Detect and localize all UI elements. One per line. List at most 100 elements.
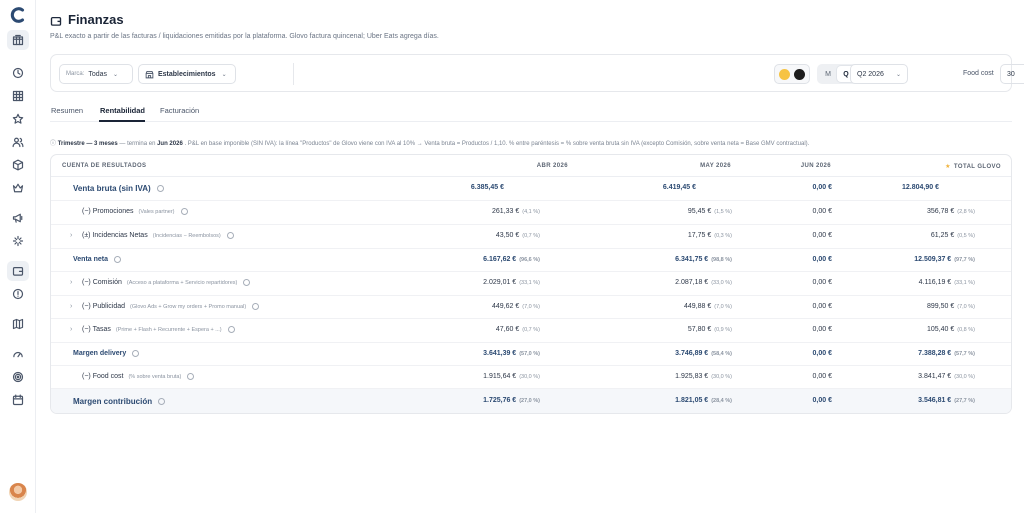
info-icon[interactable] bbox=[252, 303, 260, 310]
row-label: Venta bruta (sin IVA) bbox=[73, 184, 164, 193]
star-icon[interactable] bbox=[7, 109, 29, 129]
column-header-jun: Jun 2026 bbox=[800, 163, 831, 169]
period-info: ⓘ Trimestre — 3 meses — termina en Jun 2… bbox=[50, 138, 809, 147]
tab-resumen[interactable]: Resumen bbox=[51, 106, 83, 115]
tab-rentabilidad[interactable]: Rentabilidad bbox=[100, 106, 145, 115]
row-label: › (±) Incidencias Netas (Incidencias − Ree… bbox=[70, 232, 234, 239]
users-icon[interactable] bbox=[7, 132, 29, 152]
row-label: › (−) Comisión (Acceso a plataforma + Serv… bbox=[70, 279, 251, 286]
cell-value: 0,00 € bbox=[813, 350, 832, 357]
chevron-right-icon[interactable]: › bbox=[70, 303, 72, 310]
info-icon[interactable] bbox=[180, 208, 188, 215]
glovo-logo-icon[interactable] bbox=[779, 68, 790, 80]
info-icon: ⓘ bbox=[50, 141, 57, 147]
cell-value: 6.385,45 € bbox=[471, 184, 504, 191]
wallet-icon[interactable] bbox=[7, 261, 29, 281]
period-select[interactable]: Q2 2026 ⌄ bbox=[850, 64, 908, 84]
map-icon[interactable] bbox=[7, 314, 29, 334]
app-logo[interactable] bbox=[9, 6, 27, 24]
table-row: Margen delivery 3.641,39 € (57,0 %) 3.746,8… bbox=[51, 343, 1011, 366]
chevron-down-icon: ⌄ bbox=[895, 71, 901, 78]
cell-percent: (96,6 %) bbox=[519, 257, 540, 263]
chevron-right-icon[interactable]: › bbox=[70, 279, 72, 286]
cell-value: 449,88 € (7,0 %) bbox=[684, 303, 732, 310]
cell-value: 0,00 € bbox=[813, 279, 832, 286]
table-row: (−) Promociones (Vales partner) 261,33 € (4… bbox=[51, 201, 1011, 225]
brand-select[interactable]: Marca: Todas ⌄ bbox=[59, 64, 133, 84]
tab-facturacion[interactable]: Facturación bbox=[160, 106, 199, 115]
cell-percent: (4,1 %) bbox=[522, 209, 540, 215]
uber-eats-logo-icon[interactable] bbox=[794, 68, 805, 80]
period-button-m[interactable]: M bbox=[819, 66, 837, 82]
alert-icon[interactable] bbox=[7, 284, 29, 304]
info-icon[interactable] bbox=[226, 232, 234, 239]
cell-percent: (28,4 %) bbox=[711, 398, 732, 404]
column-header-total: ★ Total Glovo bbox=[945, 163, 1001, 170]
info-icon[interactable] bbox=[243, 279, 251, 286]
cell-value: 7.388,28 € (57,7 %) bbox=[918, 350, 975, 357]
cell-percent: (7,0 %) bbox=[957, 304, 975, 310]
cell-value: 43,50 € (0,7 %) bbox=[496, 232, 540, 239]
cell-percent: (57,0 %) bbox=[519, 351, 540, 357]
cell-amount: 0,00 € bbox=[812, 350, 832, 357]
chevron-right-icon[interactable]: › bbox=[70, 232, 72, 239]
box-icon[interactable] bbox=[7, 155, 29, 175]
cell-percent: (33,0 %) bbox=[711, 280, 732, 286]
cell-value: 449,62 € (7,0 %) bbox=[492, 303, 540, 310]
cell-value: 12.804,90 € bbox=[902, 184, 939, 191]
cell-value: 261,33 € (4,1 %) bbox=[492, 208, 540, 215]
table-row[interactable]: › (−) Publicidad (Glovo Ads + Grow my orde… bbox=[51, 296, 1011, 319]
chevron-right-icon[interactable]: › bbox=[70, 326, 72, 333]
info-icon[interactable] bbox=[156, 185, 164, 192]
info-icon[interactable] bbox=[114, 256, 122, 263]
cell-amount: 3.841,47 € bbox=[918, 373, 952, 380]
cell-amount: 0,00 € bbox=[812, 184, 832, 191]
brand-select-value: Todas bbox=[88, 70, 108, 78]
info-icon[interactable] bbox=[132, 350, 140, 357]
table-row: Venta bruta (sin IVA) 6.385,45 € 6.419,45 … bbox=[51, 177, 1011, 201]
megaphone-icon[interactable] bbox=[7, 208, 29, 228]
filter-bar: Marca: Todas ⌄ Establecimientos ⌄ MQHY Q… bbox=[50, 54, 1024, 92]
cell-value: 3.546,81 € (27,7 %) bbox=[918, 397, 975, 404]
calendar-icon[interactable] bbox=[7, 390, 29, 410]
cell-amount: 356,78 € bbox=[927, 208, 955, 215]
grid-icon[interactable] bbox=[7, 86, 29, 106]
table-row[interactable]: › (−) Comisión (Acceso a plataforma + Serv… bbox=[51, 272, 1011, 296]
row-label-text: Venta bruta (sin IVA) bbox=[73, 184, 151, 193]
cell-value: 0,00 € bbox=[813, 326, 832, 333]
cell-amount: 1.725,76 € bbox=[483, 397, 517, 404]
cell-percent: (1,5 %) bbox=[714, 209, 732, 215]
cell-amount: 0,00 € bbox=[812, 326, 832, 333]
column-header-may: May 2026 bbox=[700, 163, 731, 169]
period-ends-value: Jun 2026 bbox=[157, 141, 183, 147]
stores-select[interactable]: Establecimientos ⌄ bbox=[138, 64, 236, 84]
food-cost-value[interactable]: 30 bbox=[1001, 71, 1024, 78]
cell-amount: 17,75 € bbox=[687, 232, 712, 239]
table-row[interactable]: › (−) Tasas (Prime + Flash + Recurrente + … bbox=[51, 319, 1011, 343]
cell-percent: (27,0 %) bbox=[519, 398, 540, 404]
column-header-account: Cuenta de resultados bbox=[62, 163, 147, 169]
period-label: Trimestre — 3 meses bbox=[57, 141, 118, 147]
info-icon[interactable] bbox=[227, 326, 235, 333]
row-label: Margen delivery bbox=[73, 350, 140, 357]
cell-value: 6.419,45 € bbox=[663, 184, 696, 191]
info-icon[interactable] bbox=[187, 373, 195, 380]
cell-amount: 43,50 € bbox=[495, 232, 520, 239]
food-cost-input[interactable]: 30 % bbox=[1000, 64, 1024, 84]
cell-value: 3.641,39 € (57,0 %) bbox=[483, 350, 540, 357]
sparkle-icon[interactable] bbox=[7, 231, 29, 251]
crown-icon[interactable] bbox=[7, 178, 29, 198]
gauge-icon[interactable] bbox=[7, 344, 29, 364]
info-icon[interactable] bbox=[158, 398, 166, 405]
cell-amount: 3.641,39 € bbox=[483, 350, 517, 357]
clock-icon[interactable] bbox=[7, 63, 29, 83]
table-row[interactable]: › (±) Incidencias Netas (Incidencias − Ree… bbox=[51, 225, 1011, 249]
cell-percent: (0,7 %) bbox=[522, 327, 540, 333]
cell-value: 0,00 € bbox=[813, 256, 832, 263]
target-icon[interactable] bbox=[7, 367, 29, 387]
avatar[interactable] bbox=[9, 483, 27, 501]
cell-amount: 3.746,89 € bbox=[675, 350, 709, 357]
cell-amount: 1.925,83 € bbox=[675, 373, 709, 380]
platform-toggle[interactable] bbox=[774, 64, 810, 84]
building-icon[interactable] bbox=[7, 30, 29, 50]
